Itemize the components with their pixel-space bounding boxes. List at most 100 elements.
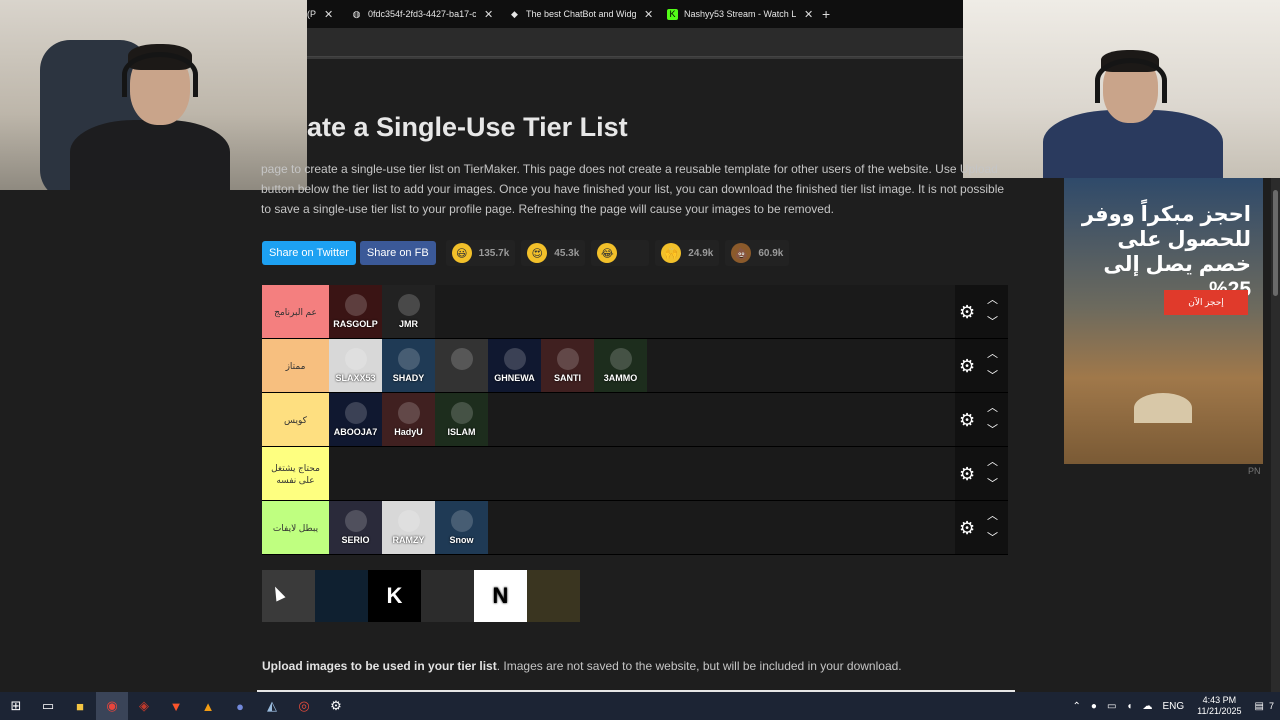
pool-image[interactable]: [262, 570, 315, 622]
obs-icon[interactable]: ◎: [288, 692, 320, 720]
close-icon[interactable]: ✕: [324, 8, 333, 21]
tier-row: يبطل لايفات SERIO RAMZY Snow ⚙ ︿ ﹀: [262, 501, 1008, 555]
browser-tab-4[interactable]: K Nashyy53 Stream - Watch Live ✕: [667, 0, 817, 28]
scrollbar-thumb[interactable]: [1273, 190, 1278, 296]
tier-item-image[interactable]: [435, 339, 488, 392]
chevron-up-icon[interactable]: ︿: [987, 507, 998, 523]
tier-item-image[interactable]: ABOOJA7: [329, 393, 382, 446]
app-icon[interactable]: ◈: [128, 692, 160, 720]
cloud-icon[interactable]: ☁: [1142, 701, 1152, 712]
pray-emoji-icon: 🙌: [661, 243, 682, 263]
discord-icon[interactable]: ●: [224, 692, 256, 720]
avatar: [398, 348, 420, 370]
chevron-down-icon[interactable]: ﹀: [987, 313, 998, 329]
tier-item-image[interactable]: SERIO: [329, 501, 382, 554]
language-indicator[interactable]: ENG: [1162, 701, 1184, 712]
avatar: [345, 402, 367, 424]
tier-item-image[interactable]: SHADY: [382, 339, 435, 392]
chevron-up-icon[interactable]: ︿: [987, 291, 998, 307]
tier-label[interactable]: كويس: [262, 393, 329, 446]
close-icon[interactable]: ✕: [484, 8, 493, 21]
settings-gear-icon[interactable]: ⚙: [320, 692, 352, 720]
mosque-dome: [1134, 393, 1192, 423]
tier-item-image[interactable]: SLAXX53: [329, 339, 382, 392]
close-icon[interactable]: ✕: [644, 8, 653, 21]
gear-icon[interactable]: ⚙: [959, 464, 975, 485]
tier-list: عم البرنامج RASGOLP JMR ⚙ ︿ ﹀ ممتاز SLAXX53 SHAD…: [262, 285, 1008, 555]
tier-item-image[interactable]: ISLAM: [435, 393, 488, 446]
chrome-icon[interactable]: ◉: [96, 692, 128, 720]
chevron-up-icon[interactable]: ︿: [987, 345, 998, 361]
tier-item-image[interactable]: 3AMMO: [594, 339, 647, 392]
task-view-icon[interactable]: ▭: [32, 692, 64, 720]
microphone-icon[interactable]: ●: [1091, 701, 1097, 712]
address-bar[interactable]: [307, 28, 963, 57]
tier-label[interactable]: يبطل لايفات: [262, 501, 329, 554]
ad-banner[interactable]: احجز مبكراً ووفر للحصول على خصم يصل إلى …: [1064, 178, 1263, 464]
tier-item-image[interactable]: RAMZY: [382, 501, 435, 554]
chevron-down-icon[interactable]: ﹀: [987, 367, 998, 383]
upload-instructions: Upload images to be used in your tier li…: [262, 659, 902, 673]
chevron-up-icon[interactable]: ︿: [987, 399, 998, 415]
steam-icon[interactable]: ◭: [256, 692, 288, 720]
tier-label[interactable]: محتاج يشتغل على نفسه: [262, 447, 329, 500]
intro-text: page to create a single-use tier list on…: [261, 162, 1005, 216]
file-explorer-icon[interactable]: ■: [64, 692, 96, 720]
chevron-down-icon[interactable]: ﹀: [987, 421, 998, 437]
tier-item-label: HadyU: [394, 426, 423, 437]
avatar: [451, 402, 473, 424]
brave-icon[interactable]: ▼: [160, 692, 192, 720]
close-icon[interactable]: ✕: [804, 8, 813, 21]
chevron-up-icon[interactable]: ︿: [987, 453, 998, 469]
network-icon[interactable]: ▭: [1107, 701, 1116, 712]
reaction-poop[interactable]: 💩 60.9k: [725, 240, 790, 266]
pool-image[interactable]: [315, 570, 368, 622]
pool-image[interactable]: [421, 570, 474, 622]
tier-item-image[interactable]: SANTI: [541, 339, 594, 392]
windows-start-icon[interactable]: ⊞: [0, 692, 32, 720]
gear-icon[interactable]: ⚙: [959, 518, 975, 539]
volume-icon[interactable]: ◖: [1126, 701, 1132, 712]
notification-count: 7: [1268, 701, 1274, 711]
tier-item-image[interactable]: RASGOLP: [329, 285, 382, 338]
tier-item-label: GHNEWA: [494, 372, 535, 383]
tier-label[interactable]: ممتاز: [262, 339, 329, 392]
tier-controls: ⚙ ︿ ﹀: [955, 447, 1008, 500]
reaction-heart-eyes[interactable]: 😍 45.3k: [521, 240, 586, 266]
ad-cta-button[interactable]: إحجز الآن: [1164, 290, 1248, 315]
ad-headline: احجز مبكراً ووفر للحصول على خصم يصل إلى …: [1081, 203, 1251, 301]
tier-item-image[interactable]: Snow: [435, 501, 488, 554]
chevron-down-icon[interactable]: ﹀: [987, 529, 998, 545]
grin-emoji-icon: 😃: [451, 243, 472, 263]
browser-tab-1[interactable]: (P ✕: [307, 0, 333, 28]
share-fb-button[interactable]: Share on FB: [359, 241, 436, 265]
clock[interactable]: 4:43 PM 11/21/2025: [1197, 695, 1241, 717]
pool-image[interactable]: K: [368, 570, 421, 622]
share-twitter-button[interactable]: Share on Twitter: [262, 241, 356, 265]
gear-icon[interactable]: ⚙: [959, 356, 975, 377]
chevron-up-icon[interactable]: ⌃: [1073, 701, 1081, 712]
tier-item-label: ABOOJA7: [333, 426, 378, 437]
browser-tab-3[interactable]: ◆ The best ChatBot and Widgets ✕: [509, 0, 659, 28]
pool-image[interactable]: N: [474, 570, 527, 622]
tier-controls: ⚙ ︿ ﹀: [955, 285, 1008, 338]
tier-item-image[interactable]: JMR: [382, 285, 435, 338]
system-tray: ⌃ ● ▭ ◖ ☁ ENG 4:43 PM 11/21/2025 ▤ 7: [1068, 692, 1280, 720]
pool-image[interactable]: [527, 570, 580, 622]
new-tab-button[interactable]: +: [822, 6, 830, 22]
notification-icon[interactable]: ▤: [1255, 701, 1264, 712]
reaction-grin[interactable]: 😃 135.7k: [445, 240, 516, 266]
tier-label[interactable]: عم البرنامج: [262, 285, 329, 338]
avatar: [398, 510, 420, 532]
tier-item-image[interactable]: GHNEWA: [488, 339, 541, 392]
avatar: [398, 294, 420, 316]
reaction-pray[interactable]: 🙌 24.9k: [655, 240, 720, 266]
tier-item-image[interactable]: HadyU: [382, 393, 435, 446]
browser-tab-2[interactable]: ◍ 0fdc354f-2fd3-4427-ba17-c3f5 ✕: [351, 0, 496, 28]
gear-icon[interactable]: ⚙: [959, 410, 975, 431]
tier-item-label: SANTI: [554, 372, 581, 383]
chevron-down-icon[interactable]: ﹀: [987, 475, 998, 491]
app-a-icon[interactable]: ▲: [192, 692, 224, 720]
gear-icon[interactable]: ⚙: [959, 302, 975, 323]
reaction-laughing[interactable]: 😂: [591, 240, 650, 266]
